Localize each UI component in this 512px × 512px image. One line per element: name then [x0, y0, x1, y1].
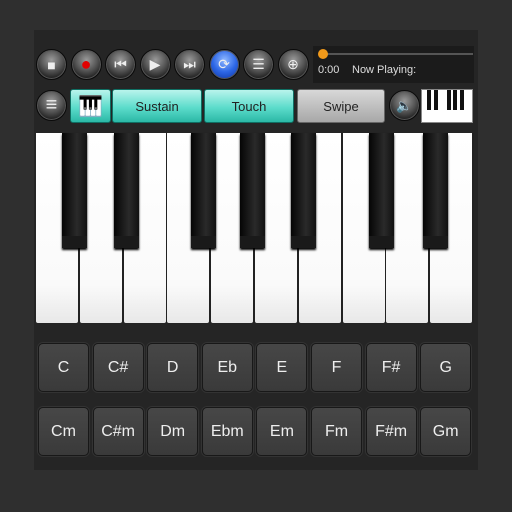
chord-button[interactable]: E — [256, 343, 308, 392]
repeat-button[interactable]: ⟳ — [208, 49, 240, 80]
playlist-button[interactable]: ☰ — [243, 49, 274, 80]
now-playing-panel: 0:00 Now Playing: — [313, 46, 474, 83]
next-button[interactable]: ⏭ — [174, 49, 205, 80]
volume-button[interactable]: 🔈 — [389, 90, 420, 121]
black-key[interactable] — [291, 133, 316, 248]
chord-button[interactable]: Fm — [311, 407, 362, 456]
menu-icon: ≡ — [45, 94, 58, 116]
playlist-icon: ☰ — [252, 56, 265, 72]
mini-black-key — [453, 90, 457, 110]
record-button[interactable]: ● — [70, 49, 102, 80]
chord-button[interactable]: Eb — [201, 343, 253, 392]
speaker-icon: 🔈 — [396, 97, 413, 113]
chord-button[interactable]: G — [420, 343, 472, 392]
mini-black-key — [460, 90, 464, 110]
chord-button[interactable]: Ebm — [201, 407, 253, 456]
chord-button[interactable]: D — [147, 343, 199, 392]
stop-icon: ■ — [47, 56, 56, 73]
chord-button[interactable]: Cm — [38, 407, 89, 456]
skip-back-icon: ⏮ — [114, 56, 127, 72]
black-key[interactable] — [114, 133, 139, 248]
touch-toggle[interactable]: Touch — [204, 89, 294, 123]
play-icon: ▶ — [149, 56, 161, 72]
piano-icon: 🎹 — [78, 95, 103, 118]
chord-button[interactable]: F — [311, 343, 362, 392]
play-button[interactable]: ▶ — [139, 49, 171, 80]
piano-keyboard — [36, 133, 474, 323]
chord-button[interactable]: F#m — [365, 407, 417, 456]
seek-slider[interactable] — [323, 53, 473, 55]
record-icon: ● — [80, 54, 92, 74]
menu-button[interactable]: ≡ — [36, 90, 67, 121]
mini-black-key — [427, 90, 431, 110]
mini-black-key — [434, 90, 438, 110]
instrument-button[interactable]: 🎹 — [70, 89, 111, 123]
app-panel: ■ ● ⏮ ▶ ⏭ ⟳ ☰ ⊕ 0:00 Now Playing: ≡ 🎹 Sustain T… — [34, 30, 478, 470]
globe-button[interactable]: ⊕ — [277, 49, 309, 80]
chord-button[interactable]: F# — [365, 343, 417, 392]
black-key[interactable] — [62, 133, 87, 248]
time-label: 0:00 — [318, 64, 340, 76]
seek-thumb[interactable] — [318, 49, 328, 59]
chord-button[interactable]: Em — [256, 407, 308, 456]
chord-button[interactable]: C#m — [92, 407, 144, 456]
stop-button[interactable]: ■ — [36, 49, 67, 80]
mini-black-key — [447, 90, 451, 110]
black-key[interactable] — [191, 133, 216, 248]
keyboard-navigator[interactable] — [421, 89, 473, 123]
skip-forward-icon: ⏭ — [183, 56, 196, 72]
now-playing-label: Now Playing: — [352, 64, 417, 76]
sustain-toggle[interactable]: Sustain — [112, 89, 202, 123]
chord-button[interactable]: Gm — [420, 407, 472, 456]
black-key[interactable] — [240, 133, 265, 248]
chord-button[interactable]: Dm — [147, 407, 199, 456]
previous-button[interactable]: ⏮ — [105, 49, 136, 80]
swipe-toggle[interactable]: Swipe — [297, 89, 385, 123]
chord-button[interactable]: C# — [92, 343, 144, 392]
black-key[interactable] — [423, 133, 448, 248]
repeat-icon: ⟳ — [218, 56, 230, 72]
chord-button[interactable]: C — [38, 343, 89, 392]
globe-icon: ⊕ — [287, 56, 299, 72]
black-key[interactable] — [369, 133, 394, 248]
